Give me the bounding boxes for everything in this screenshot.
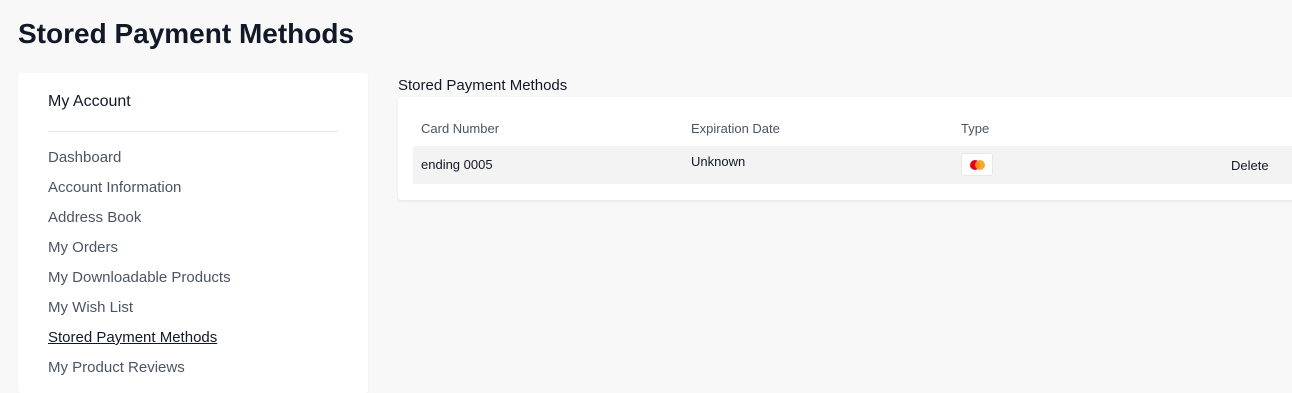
sidebar-item-address-book[interactable]: Address Book — [48, 209, 231, 239]
sidebar-divider — [48, 131, 338, 132]
sidebar-nav: Dashboard Account Information Address Bo… — [48, 149, 231, 389]
sidebar-title: My Account — [48, 93, 131, 110]
mastercard-icon — [961, 153, 993, 176]
account-sidebar: My Account Dashboard Account Information… — [18, 73, 368, 393]
sidebar-item-stored-payment-methods[interactable]: Stored Payment Methods — [48, 329, 231, 359]
sidebar-item-wish-list[interactable]: My Wish List — [48, 299, 231, 329]
card-number-cell: ending 0005 — [421, 157, 493, 172]
page-title: Stored Payment Methods — [18, 18, 355, 49]
column-header-expiration-date: Expiration Date — [691, 121, 780, 136]
section-title: Stored Payment Methods — [398, 77, 568, 94]
column-header-type: Type — [961, 121, 990, 136]
sidebar-item-my-orders[interactable]: My Orders — [48, 239, 231, 269]
column-header-card-number: Card Number — [421, 121, 500, 136]
sidebar-item-account-information[interactable]: Account Information — [48, 179, 231, 209]
delete-button[interactable]: Delete — [1231, 158, 1269, 173]
table-row: ending 0005 Unknown Delete — [413, 146, 1292, 184]
expiration-date-cell: Unknown — [691, 154, 746, 169]
sidebar-item-dashboard[interactable]: Dashboard — [48, 149, 231, 179]
mastercard-orange-circle — [975, 160, 985, 170]
payment-methods-table: Card Number Expiration Date Type ending … — [398, 97, 1292, 200]
sidebar-item-downloadable-products[interactable]: My Downloadable Products — [48, 269, 231, 299]
